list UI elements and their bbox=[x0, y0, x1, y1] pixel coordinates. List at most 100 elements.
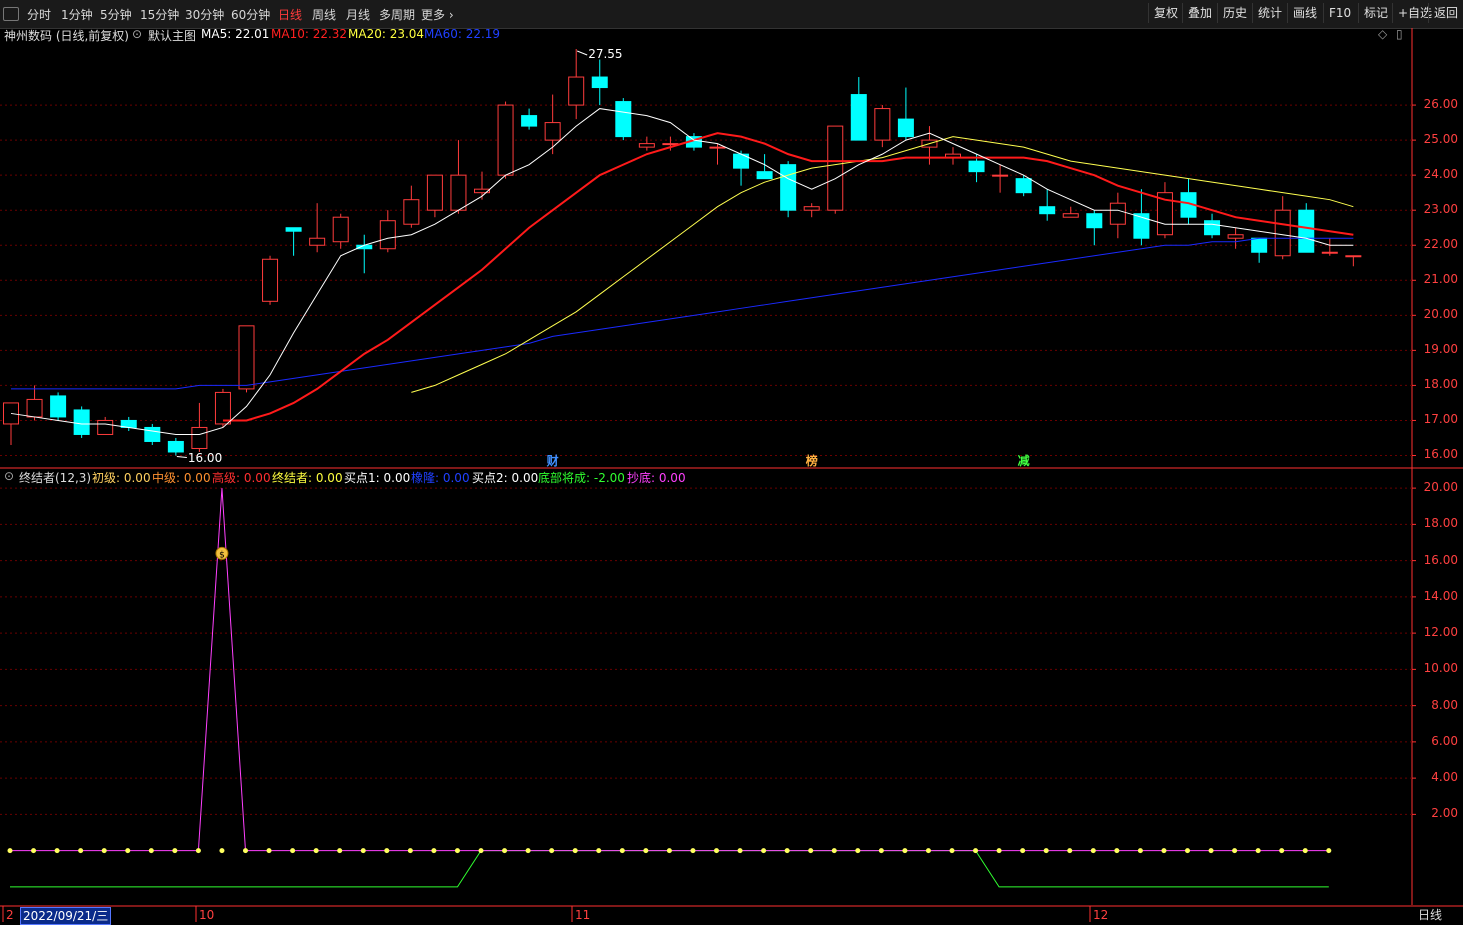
candle-body bbox=[1274, 209, 1291, 257]
indicator-dot bbox=[596, 848, 602, 854]
indicator-dot bbox=[1067, 848, 1073, 854]
candle-body bbox=[1298, 209, 1315, 253]
high-price-label: 27.55 bbox=[588, 47, 623, 61]
y-tick-label: 20.00 bbox=[1423, 480, 1458, 495]
indicator-dot bbox=[195, 848, 201, 854]
indicator-dot bbox=[714, 848, 719, 854]
candle-body bbox=[167, 440, 184, 453]
candle-body bbox=[1086, 213, 1103, 229]
y-tick-label: 21.00 bbox=[1423, 272, 1458, 287]
indicator-dot bbox=[572, 848, 578, 854]
y-tick-label: 19.00 bbox=[1423, 342, 1458, 357]
low-price-label: 16.00 bbox=[187, 451, 223, 466]
period-label: 日线 bbox=[1418, 908, 1443, 922]
candle-body bbox=[1345, 255, 1362, 258]
candle-body bbox=[332, 216, 349, 243]
indicator-dot bbox=[831, 848, 837, 854]
indicator-dot bbox=[902, 848, 908, 854]
candle-body bbox=[426, 174, 443, 211]
date-cursor: 2022/09/21/三 bbox=[20, 907, 112, 925]
candle-body bbox=[497, 104, 514, 176]
indicator-dot bbox=[878, 848, 884, 854]
indicator-dot bbox=[973, 848, 979, 854]
indicator-dot bbox=[1137, 848, 1143, 854]
candle-body bbox=[191, 426, 208, 449]
candle-body bbox=[144, 426, 161, 442]
event-mark[interactable]: 减 bbox=[1018, 452, 1030, 469]
indicator-dot bbox=[643, 848, 649, 854]
candle-body bbox=[238, 325, 255, 390]
candle-body bbox=[450, 174, 467, 211]
candle-body bbox=[285, 227, 302, 232]
bottom-series-line bbox=[10, 850, 1329, 888]
indicator-dot bbox=[996, 848, 1002, 854]
indicator-dot bbox=[1208, 848, 1214, 854]
candle-body bbox=[850, 94, 867, 141]
indicator-dot bbox=[54, 848, 60, 854]
indicator-dot bbox=[384, 848, 390, 854]
candle-body bbox=[568, 76, 585, 106]
indicator-dot bbox=[1185, 848, 1190, 854]
indicator-dot bbox=[290, 848, 296, 854]
candle-body bbox=[73, 409, 90, 435]
indicator-dot bbox=[454, 848, 460, 854]
candle-body bbox=[97, 419, 114, 435]
event-mark[interactable]: 榜 bbox=[806, 452, 818, 469]
indicator-dot bbox=[1255, 848, 1261, 854]
candle-body bbox=[403, 199, 420, 225]
candle-body bbox=[992, 174, 1009, 177]
indicator-dot bbox=[502, 848, 508, 854]
x-month-label: 12 bbox=[1093, 908, 1109, 922]
indicator-dot bbox=[407, 848, 413, 854]
indicator-dot bbox=[266, 848, 272, 854]
indicator-dot bbox=[1043, 848, 1049, 854]
candle-body bbox=[591, 76, 608, 89]
indicator-dot bbox=[125, 848, 131, 854]
indicator-dot bbox=[360, 848, 366, 854]
low-pointer bbox=[176, 455, 187, 458]
indicator-dot bbox=[78, 848, 84, 854]
indicator-dot bbox=[549, 848, 555, 854]
indicator-dot bbox=[1232, 848, 1238, 854]
money-bag-glyph: $ bbox=[219, 550, 225, 560]
indicator-dot bbox=[925, 848, 931, 854]
y-tick-label: 23.00 bbox=[1423, 202, 1458, 217]
indicator-dot bbox=[949, 848, 955, 854]
indicator-dot bbox=[690, 848, 696, 854]
indicator-dot bbox=[431, 848, 437, 854]
y-tick-label: 25.00 bbox=[1423, 132, 1458, 147]
candle-body bbox=[50, 395, 67, 418]
candle-body bbox=[874, 108, 891, 141]
candle-body bbox=[1109, 202, 1126, 225]
y-tick-label: 6.00 bbox=[1431, 733, 1458, 748]
indicator-dot bbox=[1302, 848, 1308, 854]
y-tick-label: 8.00 bbox=[1431, 697, 1458, 712]
candle-body bbox=[1227, 234, 1244, 239]
candle-body bbox=[1039, 206, 1056, 215]
y-tick-label: 16.00 bbox=[1423, 447, 1458, 462]
indicator-dot bbox=[148, 848, 154, 854]
indicator-dot bbox=[31, 848, 37, 854]
candle-body bbox=[780, 164, 797, 211]
y-tick-label: 20.00 bbox=[1423, 307, 1458, 322]
indicator-dot bbox=[101, 848, 107, 854]
indicator-dot bbox=[1326, 848, 1332, 854]
y-tick-label: 10.00 bbox=[1423, 661, 1458, 676]
candle-body bbox=[1321, 251, 1338, 254]
x-month-label: 2 bbox=[6, 908, 14, 922]
y-tick-label: 18.00 bbox=[1423, 377, 1458, 392]
y-tick-label: 12.00 bbox=[1423, 625, 1458, 640]
indicator-dot bbox=[855, 848, 861, 854]
x-month-label: 11 bbox=[575, 908, 591, 922]
indicator-dot bbox=[784, 848, 790, 854]
y-tick-label: 24.00 bbox=[1423, 167, 1458, 182]
indicator-dot bbox=[761, 848, 767, 854]
indicator-dot bbox=[1090, 848, 1096, 854]
candle-body bbox=[214, 391, 231, 425]
indicator-dot bbox=[808, 848, 814, 854]
indicator-dot bbox=[313, 848, 319, 854]
candle-body bbox=[309, 237, 326, 246]
event-mark[interactable]: 财 bbox=[547, 452, 559, 469]
ma20-line bbox=[411, 136, 1354, 393]
candle-body bbox=[827, 125, 844, 211]
